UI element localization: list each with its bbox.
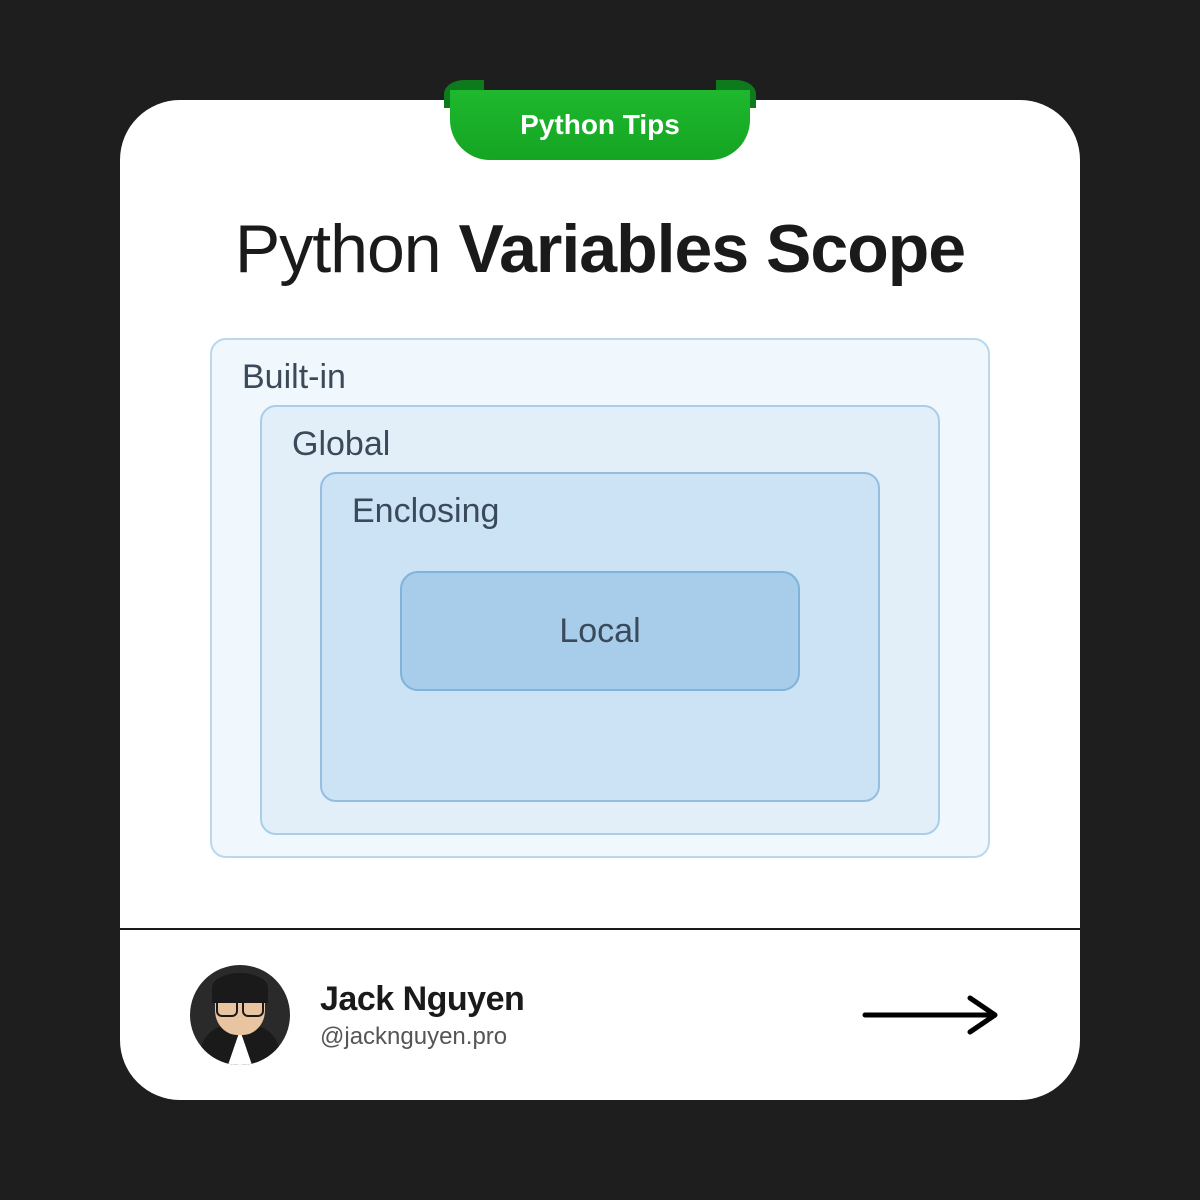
content-area: Python Variables Scope Built-in Global E… <box>120 100 1080 928</box>
scope-enclosing-label: Enclosing <box>352 492 848 531</box>
author-handle: @jacknguyen.pro <box>320 1023 830 1051</box>
scope-local-box: Local <box>400 571 800 691</box>
arrow-right-icon <box>860 990 1010 1040</box>
title-light-part: Python <box>235 211 459 287</box>
scope-enclosing-box: Enclosing Local <box>320 472 880 802</box>
author-info: Jack Nguyen @jacknguyen.pro <box>320 980 830 1051</box>
ribbon-wrapper: Python Tips <box>450 80 750 160</box>
page-title: Python Variables Scope <box>180 210 1020 288</box>
ribbon-banner: Python Tips <box>450 90 750 160</box>
scope-builtin-box: Built-in Global Enclosing Local <box>210 338 990 858</box>
card: Python Tips Python Variables Scope Built… <box>120 100 1080 1100</box>
scope-builtin-label: Built-in <box>242 358 958 397</box>
author-avatar <box>190 965 290 1065</box>
scope-global-box: Global Enclosing Local <box>260 405 940 835</box>
author-name: Jack Nguyen <box>320 980 830 1019</box>
footer: Jack Nguyen @jacknguyen.pro <box>120 930 1080 1100</box>
scope-local-label: Local <box>559 612 640 651</box>
scope-diagram: Built-in Global Enclosing Local <box>180 338 1020 858</box>
title-bold-part: Variables Scope <box>458 211 965 287</box>
ribbon-label: Python Tips <box>520 109 680 141</box>
scope-global-label: Global <box>292 425 908 464</box>
